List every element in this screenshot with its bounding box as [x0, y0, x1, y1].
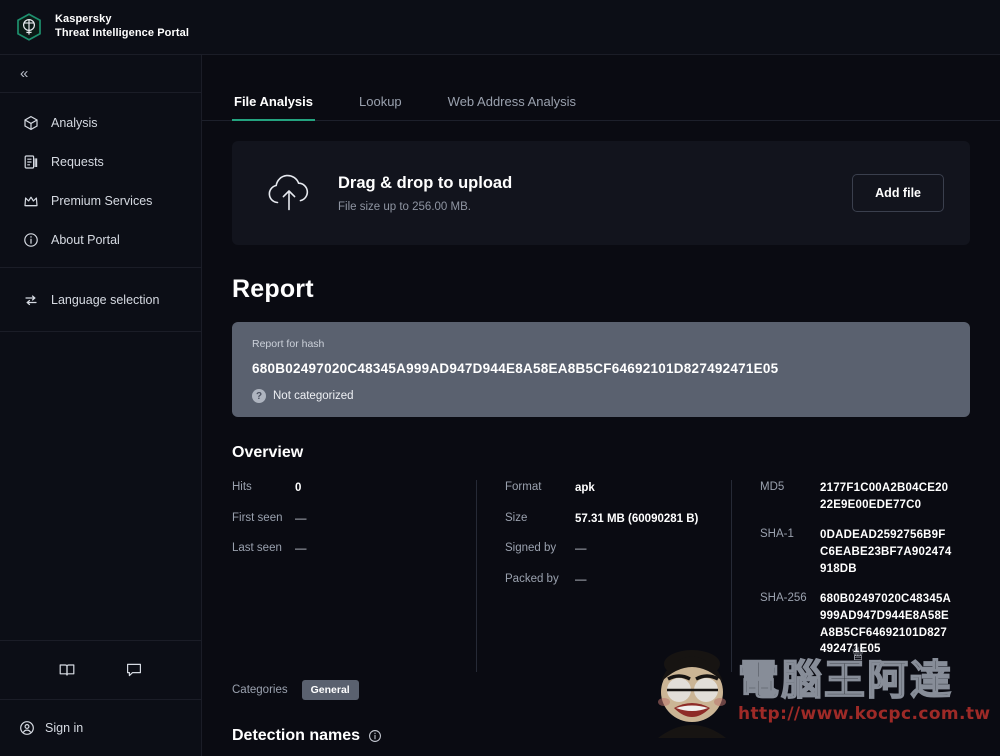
sidebar-item-analysis[interactable]: Analysis — [0, 103, 201, 142]
report-hash-label: Report for hash — [252, 338, 325, 350]
overview-key: First seen — [232, 511, 283, 524]
body-area: « Analysis Requests Premium Services Abo… — [0, 55, 1000, 756]
sidebar-item-about-portal[interactable]: About Portal — [0, 220, 201, 259]
top-bar: Kaspersky Threat Intelligence Portal — [0, 0, 1000, 55]
language-swap-icon — [22, 291, 40, 309]
overview-row: Packed by — — [505, 572, 713, 589]
page-title: Report — [232, 275, 314, 303]
sidebar-item-label: Premium Services — [51, 193, 153, 208]
sidebar-nav: Analysis Requests Premium Services About… — [0, 93, 201, 268]
overview-value: apk — [575, 482, 595, 494]
crown-icon — [22, 192, 40, 210]
info-circle-icon — [22, 231, 40, 249]
report-hash-value: 680B02497020C48345A999AD947D944E8A58EA8B… — [252, 361, 779, 376]
question-mark-icon: ? — [252, 389, 266, 403]
categories-row: Categories General — [232, 680, 970, 701]
sidebar-item-label: Requests — [51, 154, 104, 169]
overview-row: Signed by — — [505, 541, 713, 558]
add-file-button[interactable]: Add file — [852, 174, 944, 212]
tab-lookup[interactable]: Lookup — [357, 94, 404, 120]
overview-key: SHA-1 — [760, 528, 794, 541]
main-content: File Analysis Lookup Web Address Analysi… — [202, 55, 1000, 756]
overview-grid: Hits 0 First seen — Last seen — Format a… — [232, 480, 970, 673]
sidebar-item-label: Language selection — [51, 292, 160, 307]
brand-text: Kaspersky Threat Intelligence Portal — [55, 13, 189, 41]
overview-value: — — [295, 512, 307, 525]
overview-key: SHA-256 — [760, 592, 807, 605]
sidebar-collapse-row: « — [0, 55, 201, 93]
overview-key: Hits — [232, 481, 252, 493]
sign-in-label: Sign in — [45, 721, 84, 735]
report-hash-card: Report for hash 680B02497020C48345A999AD… — [232, 322, 970, 417]
overview-value: — — [575, 574, 587, 587]
overview-value: — — [295, 543, 307, 556]
tab-file-analysis[interactable]: File Analysis — [232, 94, 315, 121]
sidebar-item-label: About Portal — [51, 232, 120, 247]
overview-value: — — [575, 543, 587, 556]
document-list-icon — [22, 153, 40, 171]
status-badge-label: Not categorized — [273, 390, 354, 402]
overview-value: 2177F1C00A2B04CE2022E9E00EDE77C0 — [820, 482, 949, 511]
detection-names-heading: Detection names — [232, 727, 970, 745]
overview-heading-label: Overview — [232, 444, 304, 461]
feedback-chat-icon[interactable] — [123, 659, 145, 681]
category-chip: General — [301, 680, 359, 701]
overview-row: Format apk — [505, 480, 713, 497]
overview-row: First seen — — [232, 511, 458, 528]
tab-web-address-analysis[interactable]: Web Address Analysis — [446, 94, 578, 120]
sidebar-footer-icons — [0, 640, 201, 700]
overview-row: MD5 2177F1C00A2B04CE2022E9E00EDE77C0 — [760, 480, 952, 513]
overview-row: Hits 0 — [232, 480, 458, 497]
overview-column-middle: Format apk Size 57.31 MB (60090281 B) Si… — [476, 480, 731, 673]
overview-column-left: Hits 0 First seen — Last seen — — [232, 480, 476, 672]
user-circle-icon — [18, 719, 36, 737]
chevron-double-left-icon[interactable]: « — [18, 62, 28, 85]
overview-key: Last seen — [232, 542, 282, 555]
brand-product: Threat Intelligence Portal — [55, 27, 190, 39]
sidebar-item-label: Analysis — [51, 115, 98, 130]
categories-label: Categories — [232, 684, 288, 697]
overview-column-right: MD5 2177F1C00A2B04CE2022E9E00EDE77C0 SHA… — [731, 480, 970, 673]
cube-icon — [22, 114, 40, 132]
sign-in-button[interactable]: Sign in — [0, 700, 201, 756]
overview-heading: Overview — [232, 444, 970, 462]
overview-key: Format — [505, 481, 542, 493]
upload-dropzone[interactable]: Drag & drop to upload File size up to 25… — [232, 141, 970, 245]
tab-bar: File Analysis Lookup Web Address Analysi… — [202, 73, 1000, 121]
kaspersky-hexagon-icon — [14, 12, 44, 42]
app-window: Kaspersky Threat Intelligence Portal « A… — [0, 0, 1000, 756]
sidebar-item-requests[interactable]: Requests — [0, 142, 201, 181]
sidebar-item-language-selection[interactable]: Language selection — [0, 280, 201, 319]
overview-key: Size — [505, 511, 528, 524]
overview-row: SHA-256 680B02497020C48345A999AD947D944E… — [760, 591, 952, 658]
overview-key: MD5 — [760, 481, 785, 493]
overview-key: Signed by — [505, 542, 557, 555]
overview-value: 0 — [295, 482, 302, 494]
overview-value: 57.31 MB (60090281 B) — [575, 512, 699, 525]
sidebar: « Analysis Requests Premium Services Abo… — [0, 55, 202, 756]
overview-row: SHA-1 0DADEAD2592756B9FC6EABE23BF7A90247… — [760, 527, 952, 577]
overview-key: Packed by — [505, 573, 559, 586]
upload-subtitle: File size up to 256.00 MB. — [338, 200, 471, 213]
status-badge: ? Not categorized — [252, 389, 950, 403]
overview-value: 680B02497020C48345A999AD947D944E8A58EA8B… — [820, 593, 952, 656]
overview-row: Last seen — — [232, 541, 458, 558]
overview-value: 0DADEAD2592756B9FC6EABE23BF7A902474918DB — [820, 529, 952, 575]
upload-text-block: Drag & drop to upload File size up to 25… — [338, 174, 852, 213]
book-icon[interactable] — [56, 659, 78, 681]
sidebar-language-block: Language selection — [0, 268, 201, 332]
overview-row: Size 57.31 MB (60090281 B) — [505, 511, 713, 528]
upload-title: Drag & drop to upload — [338, 173, 513, 192]
content-area: Drag & drop to upload File size up to 25… — [202, 121, 1000, 756]
detection-names-label: Detection names — [232, 727, 361, 745]
brand-name: Kaspersky — [55, 13, 112, 26]
cloud-upload-icon — [262, 166, 316, 220]
info-circle-icon[interactable] — [368, 729, 382, 743]
sidebar-item-premium-services[interactable]: Premium Services — [0, 181, 201, 220]
